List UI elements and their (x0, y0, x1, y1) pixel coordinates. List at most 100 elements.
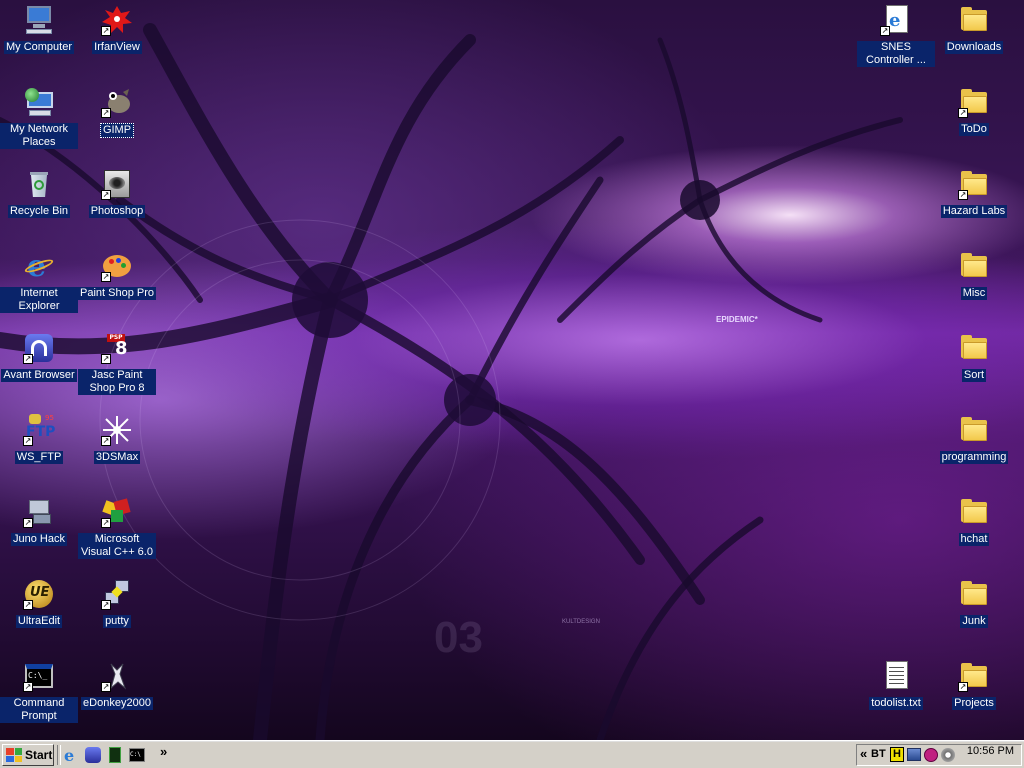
text-file-icon (880, 660, 912, 692)
icon-label: UltraEdit (15, 615, 63, 628)
icon-label: Command Prompt (0, 697, 78, 723)
icon-label: Sort (961, 369, 987, 382)
desktop-icon-hazard-labs[interactable]: ↗ Hazard Labs (935, 168, 1013, 218)
irfanview-icon: ↗ (101, 4, 133, 36)
icon-label: 3DSMax (93, 451, 141, 464)
desktop-icon-putty[interactable]: ↗ putty (78, 578, 156, 628)
shortcut-arrow-icon: ↗ (23, 354, 33, 364)
desktop-icon-edonkey2000[interactable]: ↗ eDonkey2000 (78, 660, 156, 710)
wallpaper-text: EPIDEMIC* (716, 315, 759, 324)
shortcut-arrow-icon: ↗ (23, 682, 33, 692)
desktop-icon-internet-explorer[interactable]: e Internet Explorer (0, 250, 78, 313)
desktop-icon-gimp[interactable]: ↗ GIMP (78, 86, 156, 138)
tray-h-icon[interactable]: H (890, 747, 904, 762)
juno-icon: ↗ (23, 496, 55, 528)
shortcut-arrow-icon: ↗ (101, 190, 111, 200)
desktop-icon-misc[interactable]: Misc (935, 250, 1013, 300)
quick-launch-terminal-icon[interactable] (106, 746, 124, 764)
computer-icon (23, 4, 55, 36)
desktop-icon-jasc-paint-shop-pro-8[interactable]: PSP 8 ↗ Jasc Paint Shop Pro 8 (78, 332, 156, 395)
icon-label: IrfanView (92, 41, 142, 54)
icon-label: My Network Places (0, 123, 78, 149)
ftp-icon: FTP 95 ↗ (23, 414, 56, 446)
taskbar-divider (57, 745, 61, 765)
paintshop-icon: ↗ (101, 250, 133, 282)
tray-expand-chevron[interactable]: « (860, 746, 867, 761)
desktop-icon-avant-browser[interactable]: ↗ Avant Browser (0, 332, 78, 382)
desktop-icon-snes-controller[interactable]: e ↗ SNES Controller ... (857, 4, 935, 67)
desktop-icon-programming[interactable]: programming (935, 414, 1013, 464)
icon-label: My Computer (3, 41, 75, 54)
desktop-icon-hchat[interactable]: hchat (935, 496, 1013, 546)
icon-label: putty (103, 615, 131, 628)
shortcut-arrow-icon: ↗ (101, 436, 111, 446)
psp8-icon: PSP 8 ↗ (101, 334, 128, 364)
desktop-icon-irfanview[interactable]: ↗ IrfanView (78, 4, 156, 54)
icon-label: GIMP (99, 123, 135, 138)
folder-icon: ↗ (958, 660, 990, 692)
quick-launch-ie-icon[interactable]: e (62, 746, 80, 765)
desktop-icon-3dsmax[interactable]: ↗ 3DSMax (78, 414, 156, 464)
icon-label: todolist.txt (869, 697, 923, 710)
avant-icon: ↗ (23, 332, 55, 364)
icon-label: Jasc Paint Shop Pro 8 (78, 369, 156, 395)
desktop-icon-command-prompt[interactable]: C:\_ ↗ Command Prompt (0, 660, 78, 723)
desktop-icon-downloads[interactable]: Downloads (935, 4, 1013, 54)
shortcut-arrow-icon: ↗ (23, 600, 33, 610)
edonkey-icon: ↗ (101, 660, 133, 692)
shortcut-arrow-icon: ↗ (101, 354, 111, 364)
taskbar: Start e C:\ » « BT H 10:56 PM (0, 740, 1024, 768)
putty-icon: ↗ (101, 578, 133, 610)
desktop-icon-recycle-bin[interactable]: Recycle Bin (0, 168, 78, 218)
desktop-icon-ultraedit[interactable]: UE ↗ UltraEdit (0, 578, 78, 628)
desktop-icon-ws-ftp[interactable]: FTP 95 ↗ WS_FTP (0, 414, 78, 464)
desktop-icon-juno-hack[interactable]: ↗ Juno Hack (0, 496, 78, 546)
desktop-icon-my-network-places[interactable]: My Network Places (0, 86, 78, 149)
3dsmax-icon: ↗ (101, 414, 133, 446)
quick-launch-avant-icon[interactable] (84, 746, 102, 764)
tray-volume-icon[interactable] (941, 748, 955, 762)
icon-label: Juno Hack (11, 533, 67, 546)
icon-label: SNES Controller ... (857, 41, 935, 67)
shortcut-arrow-icon: ↗ (101, 518, 111, 528)
icon-label: Photoshop (88, 205, 146, 218)
icon-label: Microsoft Visual C++ 6.0 (78, 533, 156, 559)
desktop-icon-photoshop[interactable]: ↗ Photoshop (78, 168, 156, 218)
desktop-icon-visual-cpp[interactable]: ↗ Microsoft Visual C++ 6.0 (78, 496, 156, 559)
icon-label: Paint Shop Pro (78, 287, 156, 300)
ultraedit-icon: UE ↗ (23, 578, 55, 610)
clock[interactable]: 10:56 PM (967, 745, 1014, 757)
desktop-icon-paint-shop-pro[interactable]: ↗ Paint Shop Pro (78, 250, 156, 300)
shortcut-arrow-icon: ↗ (958, 190, 968, 200)
icon-label: Avant Browser (1, 369, 77, 382)
folder-icon (958, 414, 990, 446)
icon-label: Projects (952, 697, 996, 710)
desktop-icon-projects[interactable]: ↗ Projects (935, 660, 1013, 710)
html-file-icon: e ↗ (880, 4, 912, 36)
desktop-icon-junk[interactable]: Junk (935, 578, 1013, 628)
folder-icon (958, 496, 990, 528)
start-button[interactable]: Start (2, 744, 54, 766)
tray-bt-icon[interactable]: BT (871, 748, 886, 760)
folder-icon (958, 4, 990, 36)
tray-network-icon[interactable] (907, 748, 921, 761)
tray-chat-icon[interactable] (924, 748, 938, 762)
quick-launch-cmd-icon[interactable]: C:\ (128, 746, 146, 764)
shortcut-arrow-icon: ↗ (101, 272, 111, 282)
icon-label: Misc (960, 287, 988, 300)
gimp-icon: ↗ (101, 86, 133, 118)
desktop-icon-todolist[interactable]: todolist.txt (857, 660, 935, 710)
desktop-icon-my-computer[interactable]: My Computer (0, 4, 78, 54)
desktop-icon-todo[interactable]: ↗ ToDo (935, 86, 1013, 136)
start-label: Start (25, 748, 53, 762)
quick-launch-chevron[interactable]: » (160, 744, 167, 759)
icon-label: ToDo (959, 123, 989, 136)
vcpp-icon: ↗ (101, 496, 133, 528)
desktop-icon-sort[interactable]: Sort (935, 332, 1013, 382)
icon-label: Recycle Bin (7, 205, 71, 218)
svg-text:03: 03 (434, 613, 483, 662)
shortcut-arrow-icon: ↗ (101, 682, 111, 692)
folder-icon (958, 332, 990, 364)
shortcut-arrow-icon: ↗ (23, 436, 33, 446)
icon-label: programming (939, 451, 1009, 464)
